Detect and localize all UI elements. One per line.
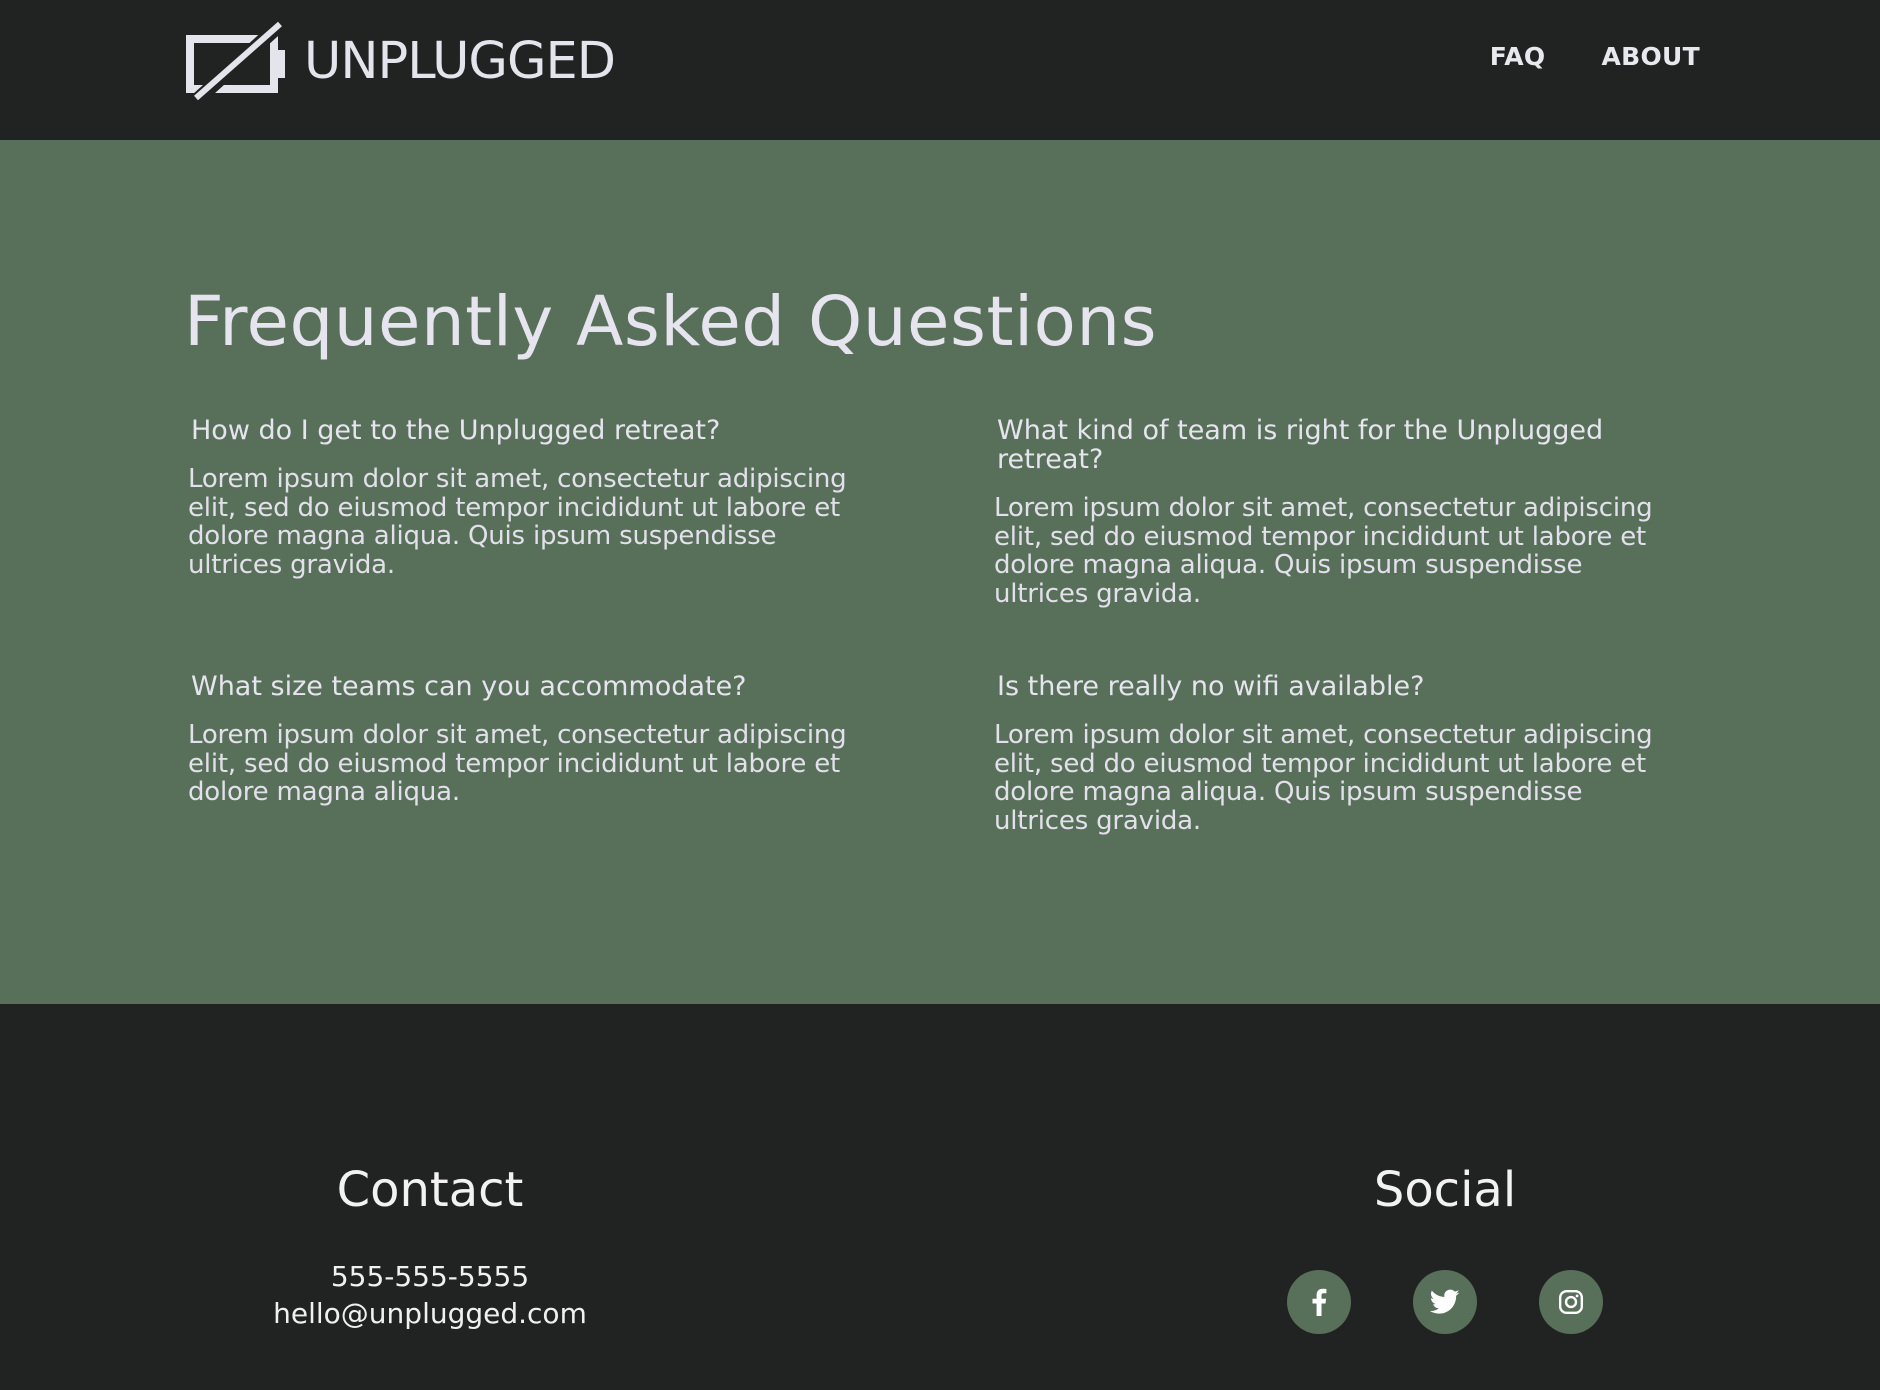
- instagram-icon: [1558, 1289, 1584, 1315]
- main-nav: FAQ ABOUT: [1490, 42, 1700, 71]
- logo-link[interactable]: UNPLUGGED: [186, 20, 616, 102]
- faq-item: How do I get to the Unplugged retreat? L…: [188, 416, 878, 579]
- facebook-button[interactable]: [1287, 1270, 1351, 1334]
- faq-question: What size teams can you accommodate?: [191, 671, 747, 702]
- faq-item: Is there really no wifi available? Lorem…: [994, 672, 1684, 835]
- instagram-button[interactable]: [1539, 1270, 1603, 1334]
- social-icons: [1245, 1270, 1645, 1334]
- faq-item: What kind of team is right for the Unplu…: [994, 416, 1684, 608]
- contact-phone[interactable]: 555-555-5555: [230, 1258, 630, 1295]
- nav-link-faq[interactable]: FAQ: [1490, 42, 1546, 71]
- faq-question: Is there really no wifi available?: [997, 671, 1425, 702]
- social-heading: Social: [1373, 1162, 1517, 1218]
- faq-answer: Lorem ipsum dolor sit amet, consectetur …: [188, 464, 847, 580]
- contact-section: Contact 555-555-5555 hello@unplugged.com: [230, 1004, 630, 1332]
- twitter-icon: [1430, 1289, 1460, 1314]
- faq-answer: Lorem ipsum dolor sit amet, consectetur …: [994, 493, 1653, 609]
- social-section: Social: [1245, 1004, 1645, 1334]
- battery-off-icon: [186, 20, 287, 102]
- faq-item: What size teams can you accommodate? Lor…: [188, 672, 878, 807]
- contact-heading: Contact: [336, 1162, 524, 1218]
- logo-text: UNPLUGGED: [304, 31, 616, 91]
- faq-answer: Lorem ipsum dolor sit amet, consectetur …: [994, 720, 1653, 836]
- faq-section: Frequently Asked Questions How do I get …: [0, 140, 1880, 1004]
- contact-email[interactable]: hello@unplugged.com: [230, 1295, 630, 1332]
- nav-link-about[interactable]: ABOUT: [1601, 42, 1700, 71]
- faq-question: What kind of team is right for the Unplu…: [997, 415, 1604, 475]
- facebook-icon: [1312, 1288, 1327, 1316]
- site-footer: Contact 555-555-5555 hello@unplugged.com…: [0, 1004, 1880, 1390]
- site-header: UNPLUGGED FAQ ABOUT: [0, 0, 1880, 140]
- faq-answer: Lorem ipsum dolor sit amet, consectetur …: [188, 720, 847, 807]
- faq-question: How do I get to the Unplugged retreat?: [191, 415, 721, 446]
- page-title: Frequently Asked Questions: [184, 282, 1158, 362]
- twitter-button[interactable]: [1413, 1270, 1477, 1334]
